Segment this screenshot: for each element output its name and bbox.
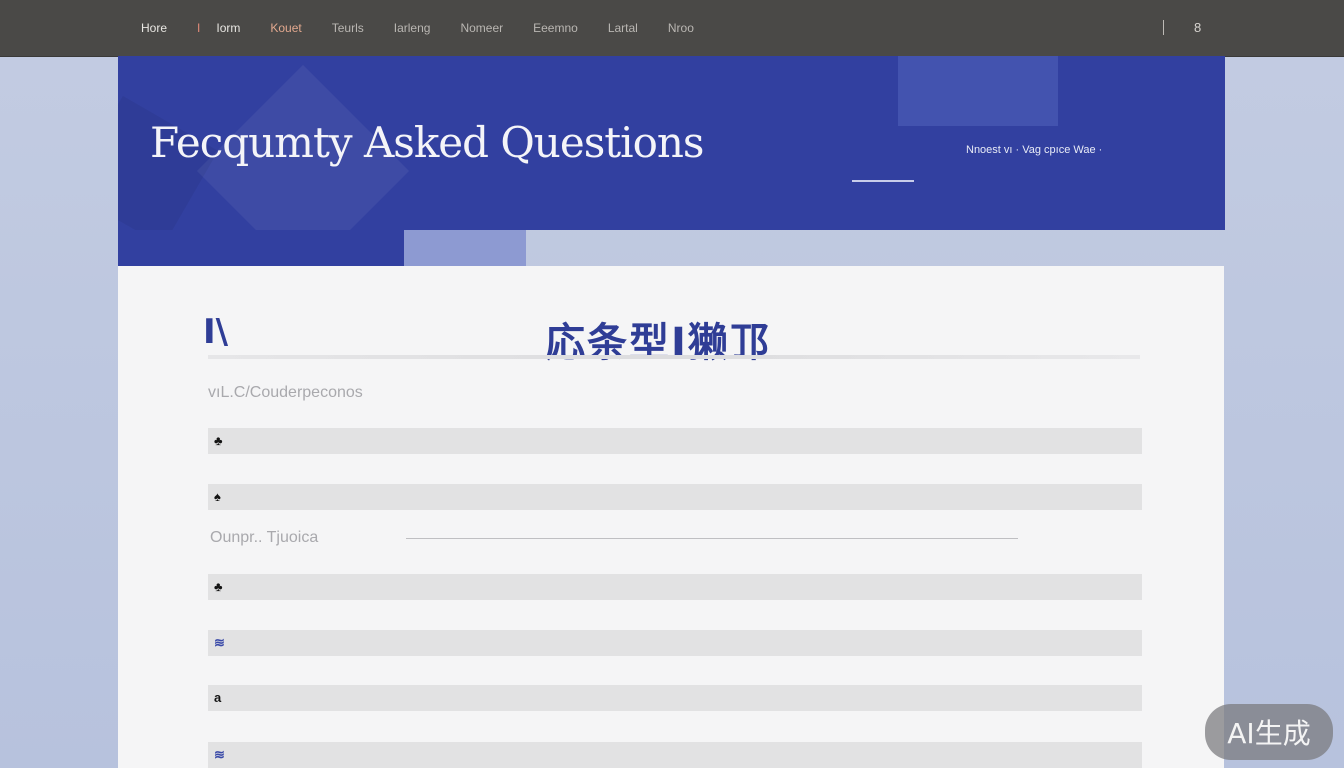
topbar-divider	[1163, 20, 1164, 35]
faq-row[interactable]: a	[208, 685, 1142, 711]
hero-banner: Fecqumty Asked Questions Nnoest vı · Vag…	[118, 56, 1225, 230]
nav-item-9[interactable]: Nroo	[668, 21, 694, 35]
heading-rule	[208, 355, 1140, 359]
ai-generated-badge: AI生成	[1205, 704, 1333, 760]
marker-icon: a	[214, 690, 222, 705]
nav-item-7[interactable]: Eeemno	[533, 21, 578, 35]
nav-menu: Hore I Iorm Kouet Teurls Iarleng Nomeer …	[141, 0, 724, 56]
top-navigation-bar: Hore I Iorm Kouet Teurls Iarleng Nomeer …	[0, 0, 1344, 57]
nav-item-home[interactable]: Hore	[141, 21, 167, 35]
marker-icon: ♣	[214, 579, 223, 594]
hero-accent-strip	[404, 230, 526, 266]
nav-item-4[interactable]: Teurls	[332, 21, 364, 35]
nav-item-2[interactable]: Iorm	[216, 21, 240, 35]
faq-card: I\ 応条型I獭邒 vıL.C/Couderpeconos ♣ ♠ Ounpr.…	[118, 266, 1224, 768]
faq-row[interactable]: ♣	[208, 428, 1142, 454]
nav-item-3[interactable]: Kouet	[270, 21, 301, 35]
section-rule	[406, 538, 1018, 539]
nav-separator: I	[197, 21, 201, 35]
marker-icon: ♠	[214, 489, 221, 504]
marker-icon: ≋	[214, 635, 225, 650]
section-label-2: Ounpr.. Tjuoica	[210, 529, 319, 546]
faq-row[interactable]: ♣	[208, 574, 1142, 600]
hero-meta-links[interactable]: Nnoest vı · Vag cpıce Wae ·	[966, 144, 1102, 156]
faq-row[interactable]: ≋	[208, 742, 1142, 768]
card-logo-mark: I\	[203, 312, 229, 352]
hero-underline	[852, 180, 914, 182]
section-label-1: vıL.C/Couderpeconos	[208, 384, 363, 401]
faq-row[interactable]: ≋	[208, 630, 1142, 656]
card-heading: 応条型I獭邒	[545, 320, 772, 366]
marker-icon: ≋	[214, 747, 225, 762]
user-icon[interactable]: 8	[1194, 20, 1201, 35]
faq-row[interactable]: ♠	[208, 484, 1142, 510]
nav-item-8[interactable]: Lartal	[608, 21, 638, 35]
hero-decoration	[898, 56, 1058, 126]
nav-item-6[interactable]: Nomeer	[460, 21, 503, 35]
page-title: Fecqumty Asked Questions	[150, 118, 704, 167]
hero-extension	[118, 230, 404, 266]
marker-icon: ♣	[214, 433, 223, 448]
nav-item-5[interactable]: Iarleng	[394, 21, 431, 35]
